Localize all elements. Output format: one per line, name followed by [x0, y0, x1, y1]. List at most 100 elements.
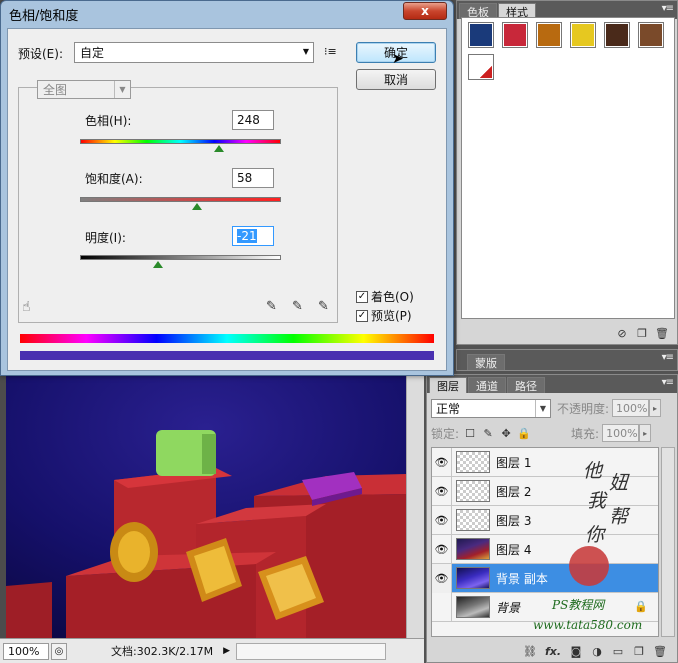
preset-select[interactable]: 自定 ▼	[74, 42, 314, 63]
saturation-slider-thumb[interactable]	[191, 203, 202, 210]
eye-hidden-icon[interactable]	[432, 592, 452, 622]
tab-layers[interactable]: 图层	[429, 377, 467, 393]
cancel-button[interactable]: 取消	[356, 69, 436, 90]
lightness-slider[interactable]	[80, 255, 281, 260]
blend-mode-select[interactable]: 正常 ▼	[431, 398, 551, 418]
tab-masks[interactable]: 蒙版	[467, 354, 505, 370]
colorize-checkbox-row[interactable]: ✓ 着色(O)	[356, 288, 414, 305]
panel-menu-icon[interactable]: ▾≡	[662, 3, 674, 14]
preview-label: 预览(P)	[371, 309, 412, 323]
lightness-slider-thumb[interactable]	[153, 261, 164, 268]
stripes-style-swatch[interactable]	[502, 22, 528, 48]
hue-value: 248	[237, 113, 260, 127]
chevron-down-icon: ▼	[114, 81, 130, 98]
star-style-swatch[interactable]	[468, 22, 494, 48]
preset-options-icon[interactable]: ⁝≡	[324, 45, 337, 58]
lock-all-icon[interactable]: 🔒	[517, 426, 531, 440]
eyedropper-icon[interactable]: ✎	[266, 299, 277, 314]
opacity-field[interactable]: 100%	[612, 399, 650, 417]
document-size-info: 文档:302.3K/2.17M	[111, 645, 214, 658]
mouse-cursor-icon: ➤	[392, 51, 404, 67]
eye-icon[interactable]: 👁	[432, 447, 452, 477]
chevron-down-icon: ▼	[302, 47, 309, 56]
adjustment-layer-icon[interactable]: ◑	[590, 644, 604, 658]
layer-row[interactable]: 👁 图层 2	[432, 476, 658, 506]
layers-footer: ⛓ fx. ◙ ◑ ▭ ❐ 🗑	[427, 640, 677, 662]
layer-row[interactable]: 背景 🔒	[432, 592, 658, 622]
new-group-icon[interactable]: ▭	[611, 644, 625, 658]
hue-slider[interactable]	[80, 139, 281, 144]
panel-menu-icon[interactable]: ▾≡	[662, 352, 674, 363]
fill-label: 填充:	[571, 426, 600, 441]
new-style-icon[interactable]: ❐	[635, 326, 649, 340]
range-select[interactable]: 全图 ▼	[37, 80, 131, 99]
saturation-slider[interactable]	[80, 197, 281, 202]
panel-menu-icon[interactable]: ▾≡	[662, 377, 674, 388]
layer-row[interactable]: 👁 图层 1	[432, 447, 658, 477]
new-layer-icon[interactable]: ❐	[632, 644, 646, 658]
hue-label: 色相(H):	[85, 114, 132, 128]
eye-icon[interactable]: 👁	[432, 534, 452, 564]
fill-field[interactable]: 100%	[602, 424, 640, 442]
eye-icon[interactable]: 👁	[432, 563, 452, 593]
eye-icon[interactable]: 👁	[432, 476, 452, 506]
status-menu-arrow-icon[interactable]: ▶	[223, 646, 230, 656]
tab-channels[interactable]: 通道	[468, 377, 506, 393]
eyedropper-plus-icon[interactable]: ✎	[292, 299, 303, 314]
hand-adjust-icon[interactable]: ☝	[22, 299, 31, 315]
preset-label: 预设(E):	[18, 47, 63, 61]
preview-checkbox-row[interactable]: ✓ 预览(P)	[356, 307, 412, 324]
layer-list: 👁 图层 1 👁 图层 2 👁 图层 3 👁 图层 4 👁 背景 副本 背景 🔒	[431, 447, 659, 637]
yellow-glow-style-swatch[interactable]	[570, 22, 596, 48]
red-corner-style-swatch[interactable]	[468, 54, 494, 80]
dialog-body: 预设(E): 自定 ▼ ⁝≡ 确定 取消 ➤ 全图 ▼ 色相(H): 248 饱…	[7, 28, 447, 371]
eyedropper-minus-icon[interactable]: ✎	[318, 299, 329, 314]
layer-thumbnail	[456, 567, 490, 589]
lightness-label: 明度(I):	[85, 231, 126, 245]
range-value: 全图	[43, 83, 68, 97]
colorize-checkbox[interactable]: ✓	[356, 290, 368, 303]
add-mask-icon[interactable]: ◙	[569, 644, 583, 658]
layer-style-fx-button[interactable]: fx.	[544, 644, 562, 658]
preview-checkbox[interactable]: ✓	[356, 309, 368, 322]
layer-name: 背景	[496, 600, 521, 615]
styles-grid	[461, 17, 675, 319]
layers-panel: 图层 通道 路径 ▾≡ 正常 ▼ 不透明度: 100% ▸ 锁定: ☐ ✎ ✥ …	[426, 374, 678, 663]
saturation-value: 58	[237, 171, 253, 185]
clear-style-icon[interactable]: ⊘	[615, 326, 629, 340]
zoom-menu-icon[interactable]: ◎	[51, 642, 67, 660]
fill-arrow-icon[interactable]: ▸	[639, 424, 652, 442]
tab-paths[interactable]: 路径	[507, 377, 545, 393]
bronze-style-swatch[interactable]	[638, 22, 664, 48]
canvas-vertical-scrollbar[interactable]	[406, 376, 424, 638]
hue-slider-thumb[interactable]	[213, 145, 224, 152]
gold-burst-style-swatch[interactable]	[536, 22, 562, 48]
layer-thumbnail	[456, 538, 490, 560]
layers-tabbar: 图层 通道 路径 ▾≡	[427, 375, 677, 393]
opacity-arrow-icon[interactable]: ▸	[649, 399, 662, 417]
saturation-input[interactable]: 58	[232, 168, 274, 188]
canvas-horizontal-scrollbar[interactable]	[236, 642, 387, 660]
layer-row[interactable]: 👁 图层 3	[432, 505, 658, 535]
status-bar: 100% ◎ 文档:302.3K/2.17M ▶	[0, 638, 424, 663]
eye-icon[interactable]: 👁	[432, 505, 452, 535]
zoom-field[interactable]: 100%	[3, 642, 49, 660]
delete-layer-icon[interactable]: 🗑	[653, 644, 667, 658]
lightness-input[interactable]: -21	[232, 226, 274, 246]
chevron-down-icon: ▼	[535, 399, 550, 417]
layer-row[interactable]: 👁 背景 副本	[432, 563, 658, 593]
canvas-image[interactable]	[6, 376, 406, 638]
adjustment-group: 全图 ▼ 色相(H): 248 饱和度(A): 58 明度(I): -21	[18, 80, 338, 323]
delete-style-icon[interactable]: 🗑	[655, 326, 669, 340]
lock-transparency-icon[interactable]: ☐	[463, 426, 477, 440]
hue-input[interactable]: 248	[232, 110, 274, 130]
link-layers-icon[interactable]: ⛓	[523, 644, 537, 658]
dark-bevel-style-swatch[interactable]	[604, 22, 630, 48]
blend-mode-value: 正常	[436, 401, 461, 416]
lock-pixels-brush-icon[interactable]: ✎	[481, 426, 495, 440]
layers-scrollbar[interactable]	[661, 447, 675, 637]
layer-row[interactable]: 👁 图层 4	[432, 534, 658, 564]
lock-position-move-icon[interactable]: ✥	[499, 426, 513, 440]
close-button[interactable]: x	[403, 2, 447, 20]
blend-opacity-row: 正常 ▼ 不透明度: 100% ▸	[431, 397, 673, 419]
